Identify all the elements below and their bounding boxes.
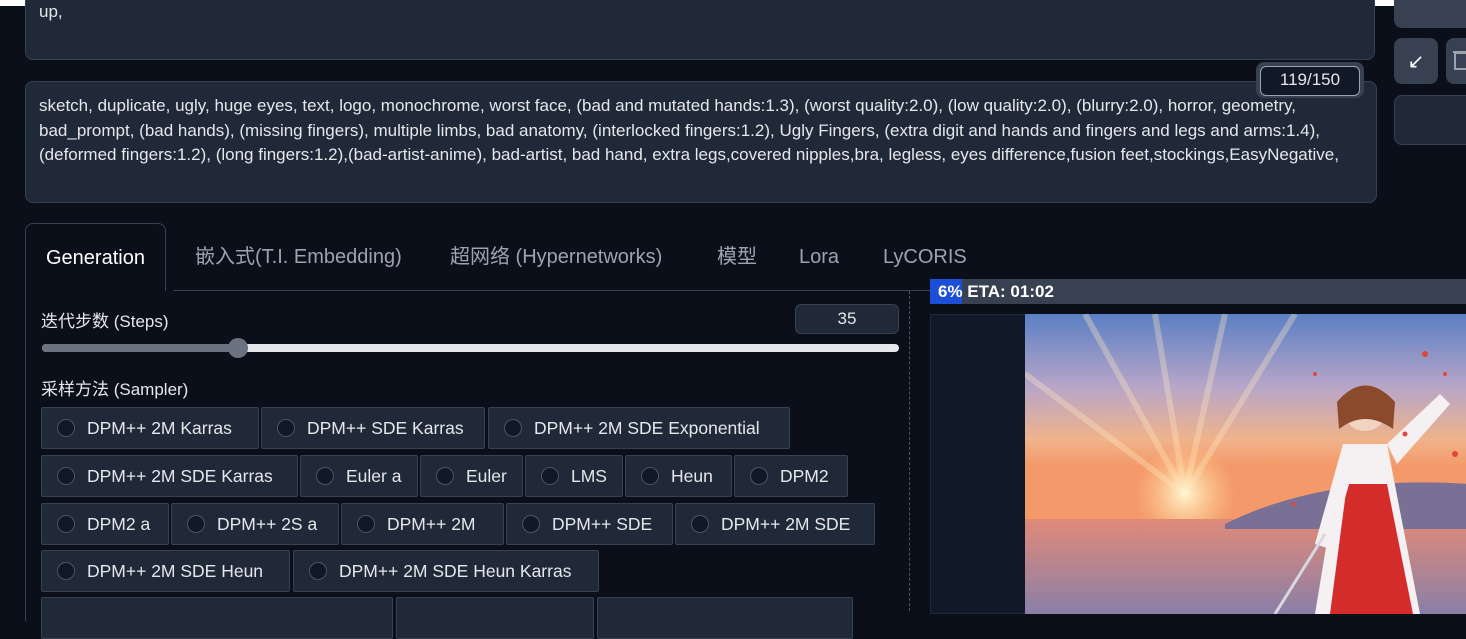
sampler-option-label: DPM++ SDE — [552, 513, 653, 534]
sampler-label: 采样方法 (Sampler) — [41, 380, 189, 399]
sampler-option-label: DPM++ 2S a — [217, 513, 318, 534]
generate-button-edge[interactable] — [1394, 0, 1466, 28]
sampler-option[interactable]: DPM2 a — [41, 503, 169, 545]
sampler-option-label: DPM2 — [780, 465, 829, 486]
radio-circle — [57, 562, 75, 580]
sampler-option[interactable]: DPM++ SDE — [506, 503, 673, 545]
sampler-option-label: DPM++ 2M SDE Exponential — [534, 417, 760, 438]
sampler-option-partial[interactable] — [41, 597, 393, 639]
sampler-option[interactable]: DPM++ 2M SDE Heun — [41, 550, 290, 592]
sampler-option-label: DPM++ 2M SDE Heun Karras — [339, 560, 572, 581]
steps-slider-fill — [42, 344, 238, 352]
prompt-text: up, — [39, 2, 63, 21]
tab-generation[interactable]: Generation — [25, 223, 166, 291]
sampler-option-partial[interactable] — [597, 597, 853, 639]
prompt-textarea[interactable]: up, — [25, 0, 1375, 60]
tab-hypernetworks[interactable]: 超网络 (Hypernetworks) — [450, 223, 662, 291]
sampler-option[interactable]: DPM++ 2S a — [171, 503, 339, 545]
sampler-option-label: DPM++ 2M SDE Karras — [87, 465, 273, 486]
radio-circle — [436, 467, 454, 485]
column-divider — [909, 291, 910, 611]
sampler-option-label: DPM2 a — [87, 513, 151, 534]
sampler-option-label: DPM++ 2M SDE Heun — [87, 560, 264, 581]
sampler-option[interactable]: LMS — [525, 455, 623, 497]
radio-circle — [750, 467, 768, 485]
tab-ti-embedding[interactable]: 嵌入式(T.I. Embedding) — [195, 223, 402, 291]
radio-circle — [504, 419, 522, 437]
token-counter-text: 119/150 — [1260, 66, 1360, 96]
sampler-option[interactable]: DPM++ SDE Karras — [261, 407, 485, 449]
radio-circle — [309, 562, 327, 580]
sampler-option[interactable]: DPM++ 2M SDE Heun Karras — [293, 550, 599, 592]
negative-prompt-text: sketch, duplicate, ugly, huge eyes, text… — [39, 96, 1339, 164]
sampler-option[interactable]: DPM++ 2M — [341, 503, 504, 545]
progress-text: 6% ETA: 01:02 — [938, 282, 1054, 301]
steps-label: 迭代步数 (Steps) — [41, 312, 169, 331]
sampler-option[interactable]: Euler — [420, 455, 523, 497]
sampler-option-label: Heun — [671, 465, 713, 486]
preview-image[interactable] — [1025, 314, 1466, 614]
sampler-option[interactable]: DPM2 — [734, 455, 848, 497]
radio-circle — [57, 467, 75, 485]
radio-circle — [57, 419, 75, 437]
radio-circle — [316, 467, 334, 485]
radio-circle — [357, 515, 375, 533]
sampler-option[interactable]: Heun — [625, 455, 732, 497]
sampler-option-label: DPM++ SDE Karras — [307, 417, 464, 438]
trash-icon — [1453, 51, 1466, 70]
negative-prompt-textarea[interactable]: sketch, duplicate, ugly, huge eyes, text… — [25, 81, 1377, 203]
sampler-option[interactable]: DPM++ 2M SDE — [675, 503, 875, 545]
steps-slider-thumb[interactable] — [227, 338, 248, 358]
radio-circle — [541, 467, 559, 485]
tab-lora[interactable]: Lora — [799, 223, 839, 291]
styles-dropdown[interactable] — [1394, 95, 1466, 145]
radio-circle — [691, 515, 709, 533]
radio-circle — [522, 515, 540, 533]
sampler-option-label: Euler a — [346, 465, 402, 486]
arrow-down-left-icon: ↙ — [1407, 50, 1425, 73]
sampler-option-label: DPM++ 2M Karras — [87, 417, 232, 438]
sampler-option-label: DPM++ 2M SDE — [721, 513, 851, 534]
sampler-option[interactable]: Euler a — [300, 455, 418, 497]
token-counter: 119/150 — [1256, 62, 1364, 98]
radio-circle — [57, 515, 75, 533]
sampler-option-partial[interactable] — [396, 597, 594, 639]
sampler-option[interactable]: DPM++ 2M SDE Exponential — [488, 407, 790, 449]
radio-circle — [277, 419, 295, 437]
radio-circle — [641, 467, 659, 485]
sampler-option[interactable]: DPM++ 2M SDE Karras — [41, 455, 298, 497]
sampler-option-label: LMS — [571, 465, 607, 486]
trash-icon-button[interactable] — [1446, 38, 1466, 84]
radio-circle — [187, 515, 205, 533]
tab-models[interactable]: 模型 — [717, 223, 757, 291]
read-params-button[interactable]: ↙ — [1394, 38, 1438, 84]
preview-image-art — [1025, 314, 1466, 614]
sampler-option[interactable]: DPM++ 2M Karras — [41, 407, 259, 449]
sampler-option-label: DPM++ 2M — [387, 513, 476, 534]
steps-number-input[interactable]: 35 — [795, 304, 899, 334]
sampler-option-label: Euler — [466, 465, 507, 486]
